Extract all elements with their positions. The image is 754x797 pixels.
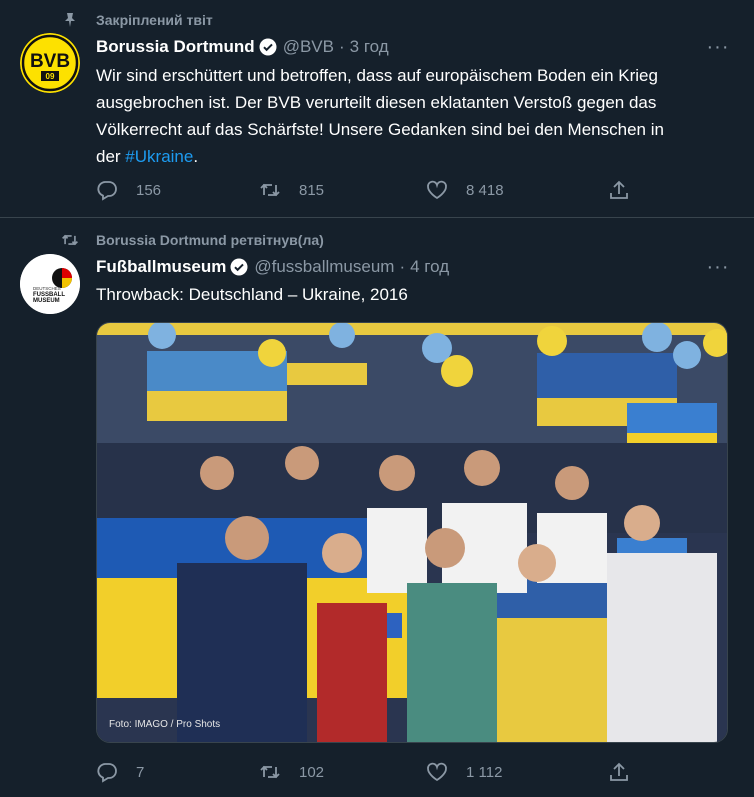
like-count: 8 418 xyxy=(466,181,504,199)
tweet-text: Throwback: Deutschland – Ukraine, 2016 xyxy=(96,285,408,304)
tweet-text-fragment: der xyxy=(96,147,126,166)
verified-badge-icon xyxy=(230,258,248,276)
like-button[interactable]: 1 112 xyxy=(426,761,608,783)
tweet-timestamp[interactable]: 3 год xyxy=(350,37,389,57)
retweeted-tweet[interactable]: Borussia Dortmund ретвітнув(ла) DEUTSCHE… xyxy=(0,218,754,797)
retweet-context-icon xyxy=(60,230,80,250)
retweet-count: 815 xyxy=(299,181,325,199)
tweet-actions: 156 815 8 418 xyxy=(96,178,636,202)
pinned-label: Закріплений твіт xyxy=(96,12,213,28)
tweet-text-line: Völkerrecht auf das Schärfste! Unsere Ge… xyxy=(96,120,664,139)
more-options-icon[interactable]: ··· xyxy=(706,256,730,278)
tweet-timestamp[interactable]: 4 год xyxy=(410,257,449,277)
photo-credit: Foto: IMAGO / Pro Shots xyxy=(109,719,221,730)
share-icon xyxy=(610,762,628,781)
tweet-photo[interactable]: Foto: IMAGO / Pro Shots xyxy=(96,322,728,743)
more-options-icon[interactable]: ··· xyxy=(706,36,730,58)
bvb-logo-text: BVB xyxy=(30,51,70,72)
author-handle[interactable]: @BVB xyxy=(283,37,334,57)
heart-icon xyxy=(427,180,447,200)
header-separator: · xyxy=(399,257,406,276)
tweet-text-line: ausgebrochen ist. Der BVB verurteilt die… xyxy=(96,93,657,112)
tweet-actions: 7 102 1 112 xyxy=(96,760,636,784)
verified-badge-icon xyxy=(259,38,277,56)
tweet-text-fragment: . xyxy=(193,147,199,166)
pinned-context: Закріплений твіт xyxy=(60,10,213,30)
tweet-text-line: der #Ukraine. xyxy=(96,143,736,170)
fussballmuseum-avatar[interactable]: DEUTSCHES FUSSBALL MUSEUM xyxy=(20,254,80,314)
like-count: 1 112 xyxy=(466,763,503,781)
museum-logo-line: DEUTSCHES xyxy=(33,286,61,291)
museum-logo-line: MUSEUM xyxy=(33,298,60,304)
reply-count: 156 xyxy=(136,181,162,199)
share-button[interactable] xyxy=(608,761,630,783)
retweet-icon xyxy=(260,183,280,197)
stadium-crowd-image xyxy=(97,323,727,742)
author-name[interactable]: Borussia Dortmund xyxy=(96,37,255,57)
tweet-header: Fußballmuseum @fussballmuseum · 4 год xyxy=(96,256,449,278)
retweet-button[interactable]: 815 xyxy=(259,179,426,201)
retweet-button[interactable]: 102 xyxy=(259,761,426,783)
reply-button[interactable]: 7 xyxy=(96,761,259,783)
retweet-context-label[interactable]: Borussia Dortmund ретвітнув(ла) xyxy=(96,232,324,248)
reply-button[interactable]: 156 xyxy=(96,179,259,201)
like-button[interactable]: 8 418 xyxy=(426,179,608,201)
reply-icon xyxy=(97,181,117,201)
share-button[interactable] xyxy=(608,179,630,201)
author-handle[interactable]: @fussballmuseum xyxy=(254,257,394,277)
reply-icon xyxy=(97,763,117,783)
hashtag-link[interactable]: #Ukraine xyxy=(125,147,193,166)
header-separator: · xyxy=(338,37,345,56)
pin-icon xyxy=(60,10,80,30)
bvb-logo-number: 09 xyxy=(46,72,55,81)
tweet-text-line: Wir sind erschüttert und betroffen, dass… xyxy=(96,66,658,85)
tweet-header: Borussia Dortmund @BVB · 3 год xyxy=(96,36,389,58)
pinned-tweet[interactable]: Закріплений твіт BVB 09 Borussia Dortmun… xyxy=(0,0,754,218)
share-icon xyxy=(610,180,628,199)
retweet-context: Borussia Dortmund ретвітнув(ла) xyxy=(60,230,324,250)
retweet-count: 102 xyxy=(299,763,325,781)
retweet-icon xyxy=(260,765,280,779)
reply-count: 7 xyxy=(136,763,145,781)
tweet-text: Wir sind erschüttert und betroffen, dass… xyxy=(96,62,736,170)
author-name[interactable]: Fußballmuseum xyxy=(96,257,226,277)
bvb-avatar[interactable]: BVB 09 xyxy=(20,33,80,93)
heart-icon xyxy=(427,762,447,782)
